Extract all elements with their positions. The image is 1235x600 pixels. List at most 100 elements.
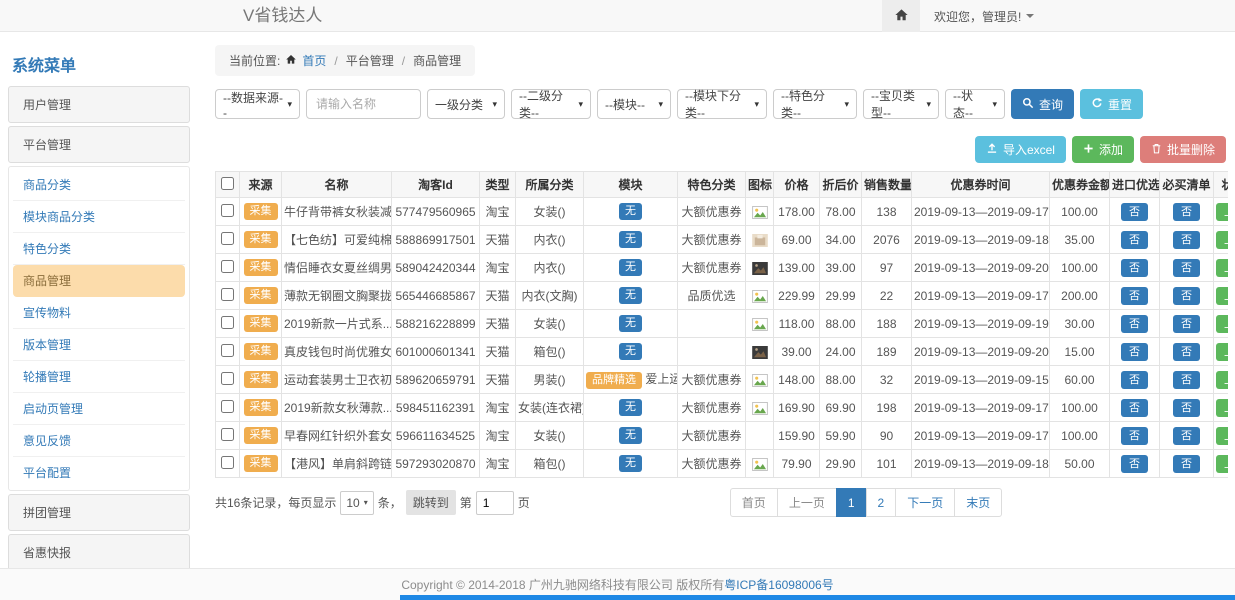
row-checkbox[interactable] [221,372,234,385]
filter-select-0[interactable]: --数据来源--▾ [215,89,300,119]
must-buy-toggle[interactable]: 否 [1173,287,1200,305]
status-toggle[interactable]: 上架 [1216,259,1228,277]
sidebar-subitem-10[interactable]: 意见反馈 [13,425,185,457]
import-optimal-toggle[interactable]: 否 [1121,231,1148,249]
filter-select-1[interactable]: 一级分类▾ [427,89,505,119]
import-optimal-toggle[interactable]: 否 [1121,259,1148,277]
import-optimal-toggle[interactable]: 否 [1121,287,1148,305]
must-buy-toggle[interactable]: 否 [1173,343,1200,361]
sidebar-subitem-4[interactable]: 特色分类 [13,233,185,265]
must-buy-toggle[interactable]: 否 [1173,371,1200,389]
sidebar-subitem-5[interactable]: 商品管理 [13,265,185,297]
per-page-select[interactable]: 10 ▾ [340,491,373,515]
pager-button-4[interactable]: 下一页 [895,488,955,517]
filter-select-2[interactable]: --二级分类--▾ [511,89,591,119]
coupon-amount: 200.00 [1050,282,1110,310]
column-header: 必买清单 [1160,172,1214,198]
must-buy-toggle[interactable]: 否 [1173,203,1200,221]
row-checkbox[interactable] [221,232,234,245]
status-toggle[interactable]: 上架 [1216,371,1228,389]
sidebar-subitem-6[interactable]: 宣传物料 [13,297,185,329]
column-header: 优惠券时间 [912,172,1050,198]
column-header: 所属分类 [516,172,584,198]
import-optimal-toggle[interactable]: 否 [1121,455,1148,473]
product-name: 薄款无钢圈文胸聚拢性... [282,282,392,310]
select-all-checkbox[interactable] [221,177,234,190]
must-buy-toggle[interactable]: 否 [1173,315,1200,333]
status-toggle[interactable]: 上架 [1216,343,1228,361]
sales-count: 22 [862,282,912,310]
import-optimal-toggle[interactable]: 否 [1121,343,1148,361]
status-toggle[interactable]: 上架 [1216,231,1228,249]
status-toggle[interactable]: 上架 [1216,399,1228,417]
batch-delete-button[interactable]: 批量删除 [1140,136,1226,163]
user-menu[interactable]: 欢迎您，管理员! [920,0,1235,32]
status-toggle[interactable]: 上架 [1216,315,1228,333]
add-button[interactable]: 添加 [1072,136,1134,163]
sidebar-subitem-11[interactable]: 平台配置 [13,457,185,488]
row-checkbox[interactable] [221,428,234,441]
import-optimal-toggle[interactable]: 否 [1121,203,1148,221]
sidebar-item-1[interactable]: 平台管理 [8,126,190,163]
pagination-row: 共16条记录，每页显示 10 ▾ 条， 跳转到 第 页 首页上一页12下一页末页 [215,488,1228,517]
module-badge: 无 [619,315,642,332]
taoke-id: 598451162391 [392,394,480,422]
must-buy-toggle[interactable]: 否 [1173,259,1200,277]
filter-select-4[interactable]: --模块下分类--▾ [677,89,767,119]
pager-button-3[interactable]: 2 [866,488,897,517]
filter-select-5[interactable]: --特色分类--▾ [773,89,857,119]
filter-select-7[interactable]: --状态--▾ [945,89,1005,119]
must-buy-toggle[interactable]: 否 [1173,455,1200,473]
product-type: 淘宝 [480,422,516,450]
pager-button-2[interactable]: 1 [836,488,867,517]
sidebar-subitem-3[interactable]: 模块商品分类 [13,201,185,233]
must-buy-toggle[interactable]: 否 [1173,399,1200,417]
filter-select-6[interactable]: --宝贝类型--▾ [863,89,939,119]
page-number-input[interactable] [476,491,514,515]
status-toggle[interactable]: 上架 [1216,203,1228,221]
pager-button-0[interactable]: 首页 [730,488,778,517]
pager-button-1[interactable]: 上一页 [777,488,837,517]
sidebar-subitem-8[interactable]: 轮播管理 [13,361,185,393]
discount-price: 88.00 [820,310,862,338]
filter-select-3[interactable]: --模块--▾ [597,89,671,119]
status-toggle[interactable]: 上架 [1216,427,1228,445]
row-checkbox[interactable] [221,260,234,273]
home-icon [894,8,909,25]
sidebar-submenu: 商品分类模块商品分类特色分类商品管理宣传物料版本管理轮播管理启动页管理意见反馈平… [8,166,190,491]
row-checkbox[interactable] [221,204,234,217]
row-checkbox[interactable] [221,344,234,357]
sidebar-item-12[interactable]: 拼团管理 [8,494,190,531]
reset-button[interactable]: 重置 [1080,89,1143,119]
must-buy-toggle[interactable]: 否 [1173,231,1200,249]
sidebar-subitem-2[interactable]: 商品分类 [13,169,185,201]
import-excel-button[interactable]: 导入excel [975,136,1066,163]
module-cell: 无 [584,338,678,366]
import-optimal-toggle[interactable]: 否 [1121,399,1148,417]
chevron-down-icon: ▾ [492,99,497,110]
row-checkbox[interactable] [221,456,234,469]
import-optimal-toggle[interactable]: 否 [1121,371,1148,389]
import-optimal-toggle[interactable]: 否 [1121,427,1148,445]
status-toggle[interactable]: 上架 [1216,287,1228,305]
product-name: 早春网红针织外套女春... [282,422,392,450]
sidebar-item-0[interactable]: 用户管理 [8,86,190,123]
row-checkbox[interactable] [221,400,234,413]
status-toggle[interactable]: 上架 [1216,455,1228,473]
import-optimal-toggle[interactable]: 否 [1121,315,1148,333]
sidebar-item-13[interactable]: 省惠快报 [8,534,190,568]
search-button[interactable]: 查询 [1011,89,1074,119]
sidebar-subitem-7[interactable]: 版本管理 [13,329,185,361]
icp-link[interactable]: 粤ICP备16098006号 [724,576,833,593]
must-buy-toggle[interactable]: 否 [1173,427,1200,445]
taoke-id: 589042420344 [392,254,480,282]
home-button[interactable] [882,0,920,32]
row-checkbox[interactable] [221,316,234,329]
pager-button-5[interactable]: 末页 [954,488,1002,517]
breadcrumb-home-link[interactable]: 首页 [302,52,326,69]
row-checkbox[interactable] [221,288,234,301]
name-search-input[interactable] [306,89,421,119]
jump-to-button[interactable]: 跳转到 [406,490,456,515]
product-name: 2019新款女秋薄款... [282,394,392,422]
sidebar-subitem-9[interactable]: 启动页管理 [13,393,185,425]
